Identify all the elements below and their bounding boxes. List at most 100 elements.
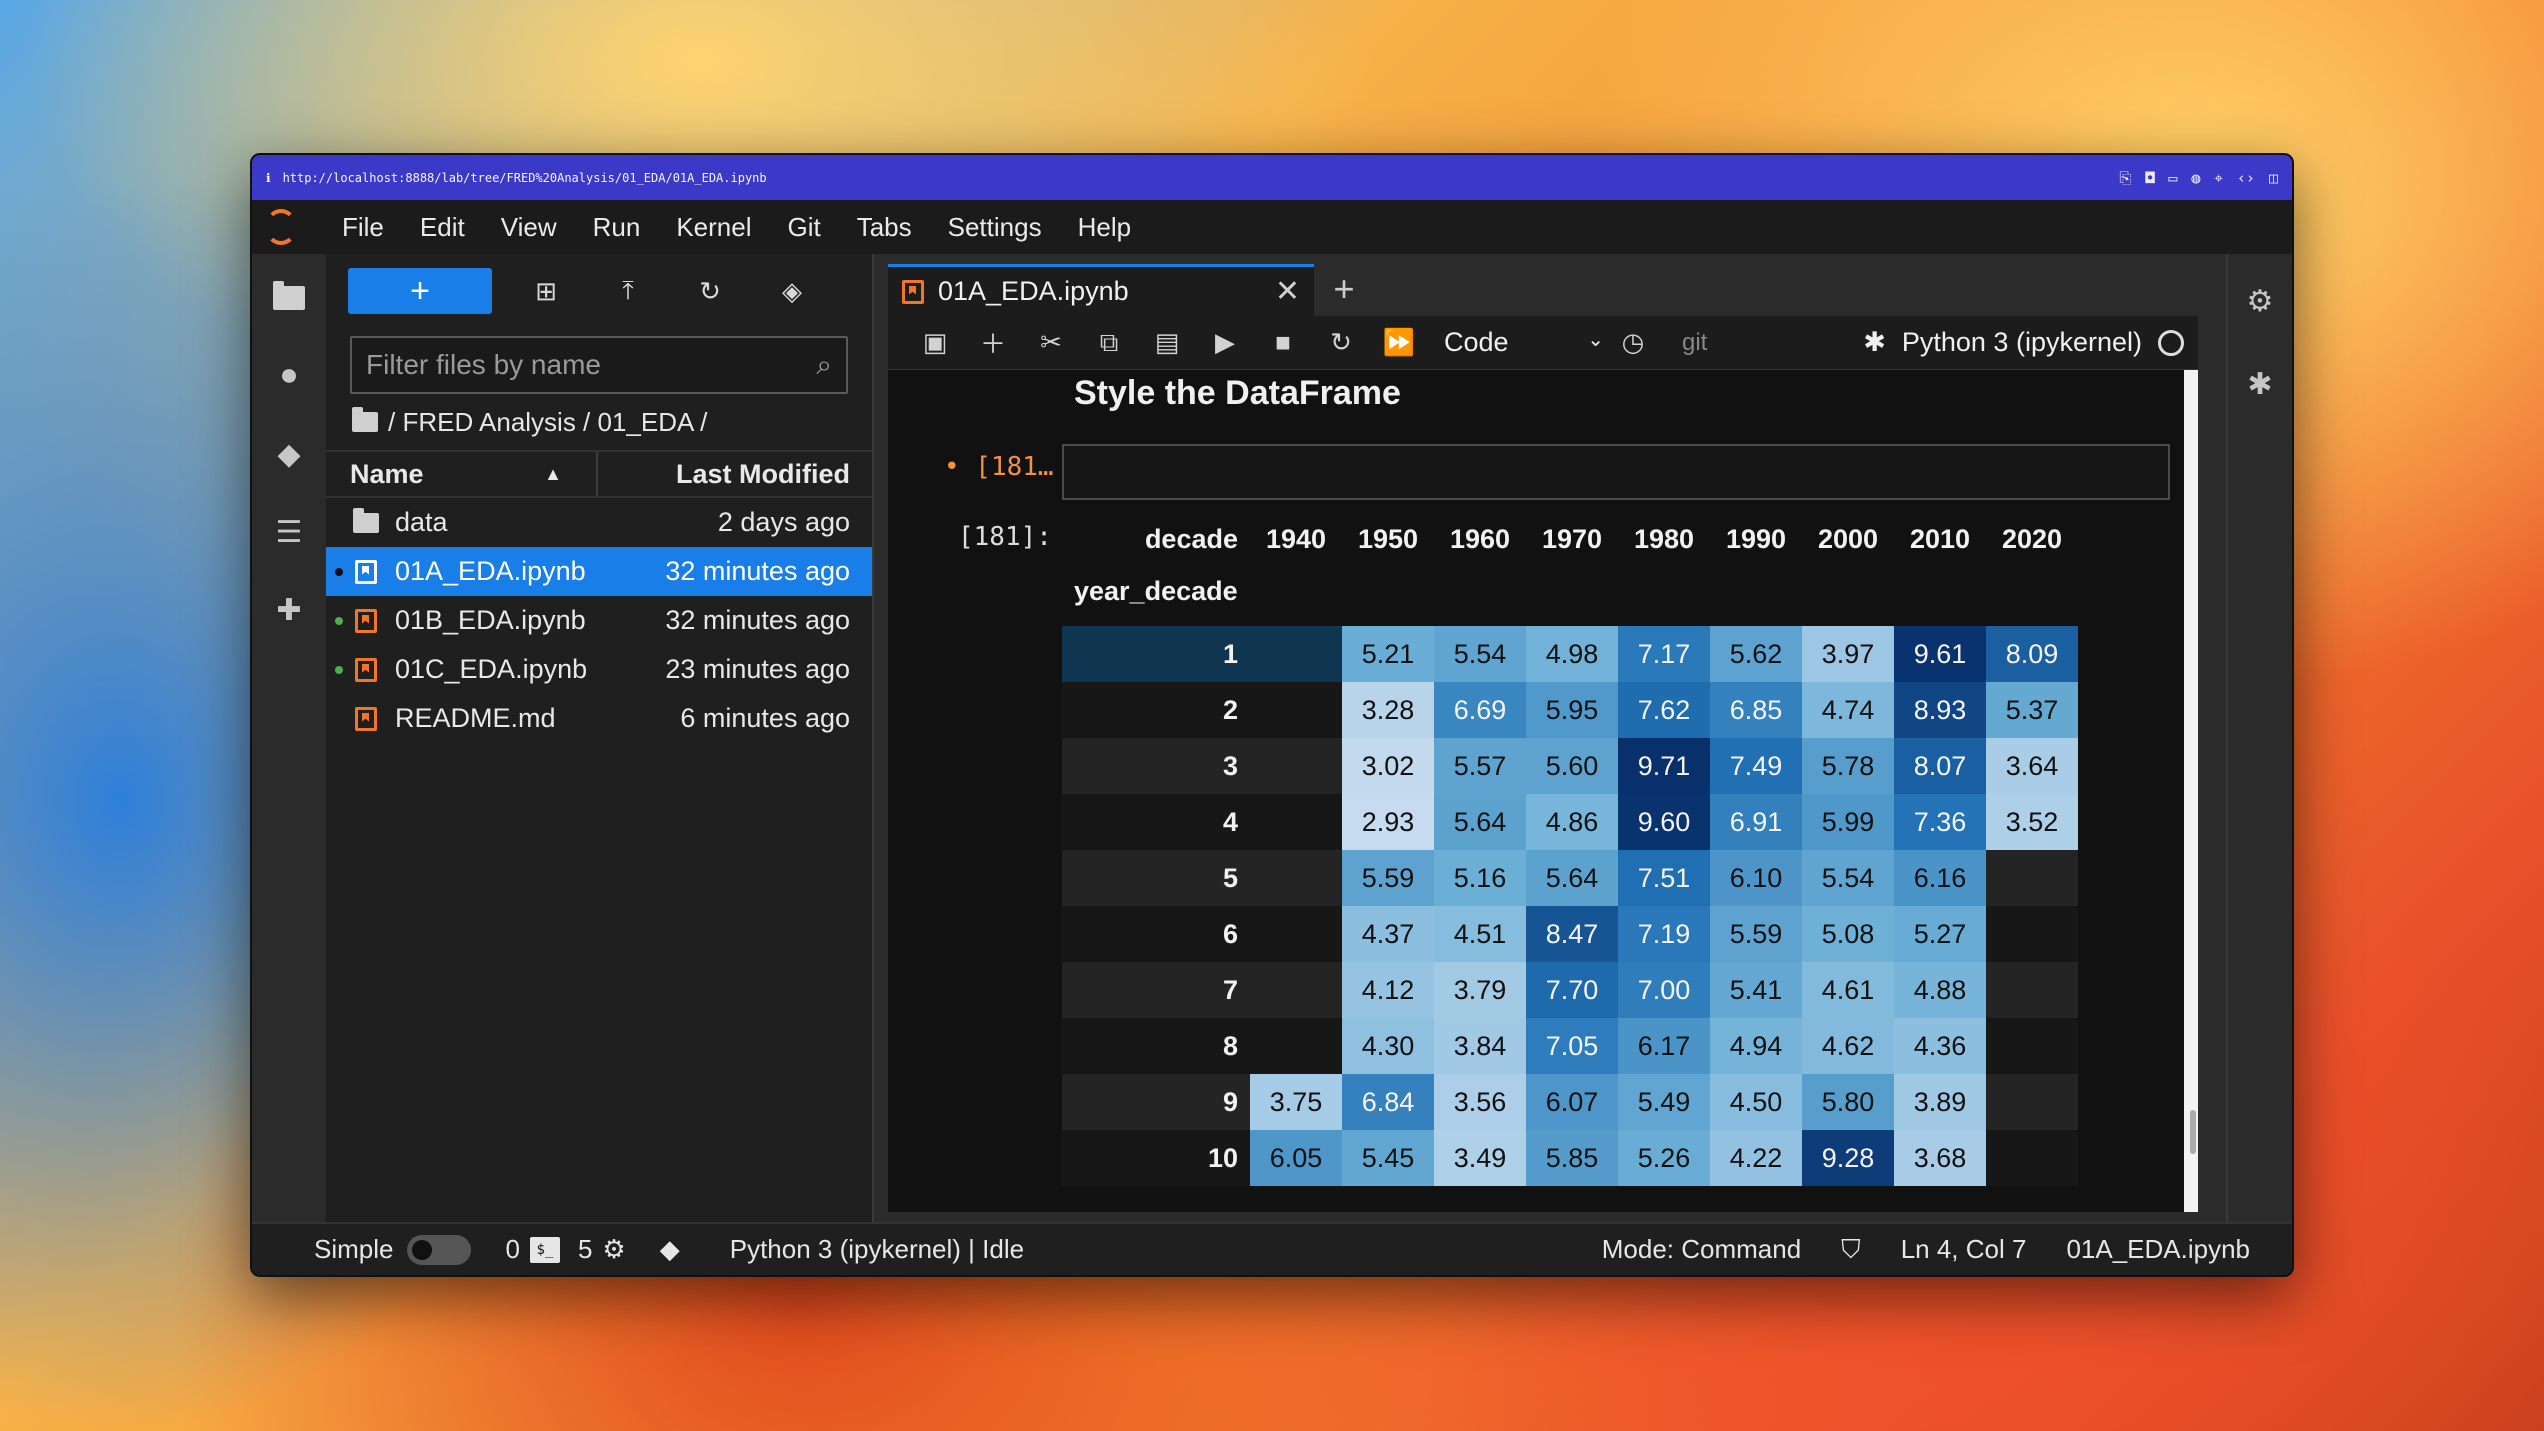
row-index-cell: 7 [1062, 962, 1250, 1018]
save-icon[interactable]: ▣ [906, 327, 964, 358]
close-icon[interactable]: ✕ [1275, 274, 1300, 309]
breadcrumb-path[interactable]: / FRED Analysis / 01_EDA / [388, 407, 707, 438]
menu-kernel[interactable]: Kernel [658, 212, 769, 243]
paste-icon[interactable]: ▤ [1138, 327, 1196, 358]
kernel-status[interactable]: Python 3 (ipykernel) | Idle [730, 1234, 1024, 1265]
file-row[interactable]: README.md 6 minutes ago [326, 694, 872, 743]
camera-icon[interactable]: ◘ [2145, 169, 2154, 187]
info-icon[interactable]: ℹ [266, 171, 271, 185]
value-cell [1250, 794, 1342, 850]
value-cell [1986, 1130, 2078, 1186]
link-icon[interactable]: ⎘ [2119, 169, 2131, 187]
file-row[interactable]: 01B_EDA.ipynb 32 minutes ago [326, 596, 872, 645]
value-cell: 7.17 [1618, 626, 1710, 682]
globe-icon[interactable]: ◍ [2191, 169, 2200, 187]
value-cell: 9.61 [1894, 626, 1986, 682]
menu-edit[interactable]: Edit [402, 212, 483, 243]
kernel-name[interactable]: Python 3 (ipykernel) [1902, 327, 2142, 358]
browser-url-bar[interactable]: ℹ http://localhost:8888/lab/tree/FRED%20… [252, 155, 2292, 200]
upload-icon[interactable]: ⤒ [600, 275, 656, 307]
terminals-indicator[interactable]: 0 $_ [505, 1234, 560, 1265]
value-cell: 4.86 [1526, 794, 1618, 850]
file-modified: 23 minutes ago [665, 654, 850, 684]
notebook-icon [353, 608, 379, 634]
code-icon[interactable]: ‹› [2237, 169, 2255, 187]
stop-icon[interactable]: ■ [1254, 327, 1312, 358]
menu-git[interactable]: Git [769, 212, 838, 243]
git-icon[interactable]: ◆ [269, 434, 309, 474]
simple-mode-toggle[interactable] [407, 1234, 472, 1265]
name-column-header[interactable]: Name ▲ [326, 452, 598, 496]
value-cell: 5.21 [1342, 626, 1434, 682]
value-cell: 5.62 [1710, 626, 1802, 682]
value-cell: 7.00 [1618, 962, 1710, 1018]
filter-placeholder[interactable]: Filter files by name [366, 349, 816, 381]
kernels-indicator[interactable]: 5 ⚙ [578, 1234, 626, 1265]
cut-icon[interactable]: ✂ [1022, 327, 1080, 358]
file-row[interactable]: data 2 days ago [326, 498, 872, 547]
file-modified: 2 days ago [717, 507, 850, 537]
target-icon[interactable]: ⌖ [2214, 169, 2222, 187]
modified-column-header[interactable]: Last Modified [598, 459, 872, 490]
git-label[interactable]: git [1682, 329, 1707, 357]
menu-file[interactable]: File [324, 212, 402, 243]
property-inspector-icon[interactable]: ⚙ [2247, 284, 2274, 319]
add-tab-button[interactable]: + [1320, 266, 1368, 312]
menu-help[interactable]: Help [1060, 212, 1149, 243]
value-cell: 3.97 [1802, 626, 1894, 682]
extension-icon[interactable]: ✚ [269, 590, 309, 630]
file-row[interactable]: 01C_EDA.ipynb 23 minutes ago [326, 645, 872, 694]
window-icon[interactable]: ▭ [2168, 169, 2177, 187]
copy-icon[interactable]: ⧉ [1080, 327, 1138, 359]
scrollbar-thumb[interactable] [2190, 1110, 2196, 1154]
column-header-cell: 1990 [1725, 523, 1787, 554]
running-icon[interactable]: ⏺ [269, 356, 309, 396]
sidebar-icon[interactable]: ◫ [2269, 169, 2278, 187]
jupyter-logo-icon [262, 205, 302, 249]
run-icon[interactable]: ▶ [1196, 327, 1254, 358]
file-list: data 2 days ago 01A_EDA.ipynb 32 minutes ag… [326, 498, 872, 743]
fast-forward-icon[interactable]: ⏩ [1370, 327, 1428, 358]
folder-icon[interactable] [269, 278, 309, 318]
tab-notebook[interactable]: 01A_EDA.ipynb ✕ [888, 264, 1314, 316]
git-clone-icon[interactable]: ◈ [764, 276, 820, 307]
value-cell: 5.16 [1434, 850, 1526, 906]
breadcrumb[interactable]: / FRED Analysis / 01_EDA / [326, 394, 872, 450]
cursor-position[interactable]: Ln 4, Col 7 [1901, 1234, 2027, 1265]
value-cell [1986, 1018, 2078, 1074]
kernel-indicator[interactable]: ✱ Python 3 (ipykernel) [1863, 327, 2198, 358]
bug-icon[interactable]: ✱ [1863, 327, 1886, 358]
new-folder-icon[interactable]: ⊞ [518, 276, 574, 307]
value-cell: 5.26 [1618, 1130, 1710, 1186]
chip-icon: ⚙ [602, 1234, 626, 1264]
status-bar: Simple 0 $_ 5 ⚙ ◆ Python 3 (ipykernel) |… [252, 1222, 2292, 1275]
left-sidebar: ⏺ ◆ ☰ ✚ [252, 254, 326, 1222]
file-row[interactable]: 01A_EDA.ipynb 32 minutes ago [326, 547, 872, 596]
insert-cell-icon[interactable]: ＋ [964, 324, 1022, 361]
url-text[interactable]: http://localhost:8888/lab/tree/FRED%20An… [283, 171, 2108, 185]
sort-ascending-icon: ▲ [544, 463, 562, 484]
cell-type-select[interactable]: Code ⌄ [1444, 327, 1604, 358]
vertical-scrollbar[interactable] [2184, 370, 2198, 1212]
refresh-icon[interactable]: ↻ [682, 276, 738, 307]
value-cell: 3.52 [1986, 794, 2078, 850]
shield-icon[interactable]: ⛉ [1841, 1234, 1861, 1266]
menu-settings[interactable]: Settings [930, 212, 1060, 243]
file-modified: 32 minutes ago [665, 605, 850, 635]
menu-run[interactable]: Run [575, 212, 659, 243]
folder-icon[interactable] [352, 407, 378, 432]
code-cell-input[interactable] [1062, 444, 2170, 500]
value-cell: 7.36 [1894, 794, 1986, 850]
filter-input[interactable]: Filter files by name ⌕ [350, 336, 848, 394]
file-name: 01A_EDA.ipynb [395, 556, 586, 586]
git-status-icon[interactable]: ◆ [660, 1234, 680, 1265]
toc-icon[interactable]: ☰ [269, 512, 309, 552]
restart-icon[interactable]: ↻ [1312, 327, 1370, 358]
table-row: 5 5.59 5.16 5.64 7.51 6.10 5.54 6.16 [1062, 850, 2078, 906]
clock-icon[interactable]: ◷ [1604, 327, 1662, 358]
menu-tabs[interactable]: Tabs [839, 212, 930, 243]
new-launcher-button[interactable]: + [348, 268, 492, 314]
debugger-icon[interactable]: ✱ [2247, 367, 2272, 402]
menu-view[interactable]: View [483, 212, 575, 243]
value-cell: 6.10 [1710, 850, 1802, 906]
